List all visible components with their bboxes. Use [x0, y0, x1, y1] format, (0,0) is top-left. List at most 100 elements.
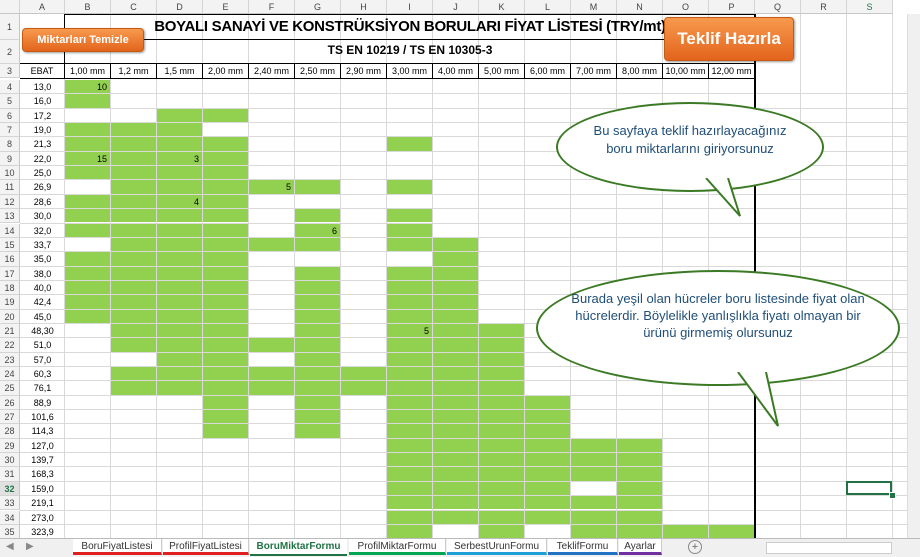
tab-scroll-right[interactable]: ▶: [26, 539, 34, 555]
title-separator: [65, 39, 755, 40]
priced-cell: [387, 309, 432, 323]
ebat-cell: 51,0: [33, 340, 52, 351]
row-header-9: 9: [0, 151, 20, 167]
thickness-header: 8,00 mm: [617, 64, 663, 78]
selected-cell[interactable]: [846, 481, 892, 495]
ebat-cell: 45,0: [33, 311, 52, 322]
ebat-cell: 40,0: [33, 282, 52, 293]
priced-cell: [617, 481, 662, 496]
tab-Ayarlar[interactable]: Ayarlar: [619, 539, 662, 555]
priced-cell: [433, 510, 478, 524]
priced-cell: [203, 410, 248, 424]
priced-cell: [479, 323, 524, 338]
row-header-2: 2: [0, 40, 20, 64]
tab-ProfilMiktarFormu[interactable]: ProfilMiktarFormu: [349, 539, 446, 555]
ebat-cell: 168,3: [31, 469, 54, 480]
priced-cell: [111, 209, 156, 223]
tab-TeklifFormu[interactable]: TeklifFormu: [548, 539, 618, 555]
thickness-header: 5,00 mm: [479, 64, 525, 78]
priced-cell: [111, 123, 156, 137]
tab-ProfilFiyatListesi[interactable]: ProfilFiyatListesi: [163, 539, 249, 555]
priced-cell: [433, 395, 478, 410]
ebat-cell: 76,1: [33, 383, 52, 394]
ebat-cell: 33,7: [33, 239, 52, 250]
priced-cell: [203, 367, 248, 381]
spreadsheet-grid[interactable]: ABCDEFGHIJKLMNOPQRS 4 5 6 7 8 9 10 11 12 13 14 15 16…: [0, 0, 920, 538]
quantity-cell[interactable]: 15: [65, 152, 107, 166]
priced-cell: [249, 381, 294, 395]
priced-cell: [111, 137, 156, 151]
priced-cell: [617, 524, 662, 538]
priced-cell: [249, 338, 294, 352]
priced-cell: [433, 323, 478, 338]
vertical-scrollbar[interactable]: [907, 14, 920, 538]
priced-cell: [203, 108, 248, 123]
priced-cell: [433, 381, 478, 395]
priced-cell: [203, 180, 248, 194]
priced-cell: [295, 323, 340, 338]
priced-cell: [525, 510, 570, 524]
ebat-cell: 32,0: [33, 225, 52, 236]
column-header-Q: Q: [755, 0, 801, 14]
tab-scroll-left[interactable]: ◀: [6, 539, 14, 555]
priced-cell: [157, 352, 202, 366]
priced-cell: [203, 252, 248, 266]
priced-cell: [525, 410, 570, 424]
priced-cell: [203, 194, 248, 209]
clear-quantities-button[interactable]: Miktarları Temizle: [22, 28, 144, 52]
priced-cell: [203, 352, 248, 366]
tab-BoruFiyatListesi[interactable]: BoruFiyatListesi: [73, 539, 162, 555]
add-sheet-icon[interactable]: +: [688, 540, 702, 554]
ebat-cell: 13,0: [33, 82, 52, 92]
priced-cell: [65, 309, 110, 323]
fill-handle[interactable]: [889, 492, 896, 499]
quantity-cell[interactable]: 10: [65, 80, 107, 94]
ebat-cell: 38,0: [33, 268, 52, 279]
priced-cell: [433, 237, 478, 252]
priced-cell: [157, 180, 202, 194]
thickness-header: 3,00 mm: [387, 64, 433, 78]
priced-cell: [479, 496, 524, 510]
tab-SerbestUrunFormu[interactable]: SerbestUrunFormu: [447, 539, 547, 555]
quantity-cell[interactable]: 5: [387, 324, 429, 338]
priced-cell: [157, 338, 202, 352]
prepare-quote-button[interactable]: Teklif Hazırla: [664, 17, 794, 61]
priced-cell: [65, 252, 110, 266]
priced-cell: [433, 410, 478, 424]
priced-cell: [479, 352, 524, 366]
ebat-cell: 22,0: [33, 153, 52, 164]
priced-cell: [433, 453, 478, 467]
ebat-cell: 26,9: [33, 182, 52, 193]
priced-cell: [111, 367, 156, 381]
row-header-26: 26: [0, 395, 20, 411]
tab-BoruMiktarFormu[interactable]: BoruMiktarFormu: [250, 539, 347, 556]
column-header-H: H: [341, 0, 387, 14]
ebat-cell: 28,6: [33, 196, 52, 207]
column-header-P: P: [709, 0, 755, 14]
thickness-header: 12,00 mm: [709, 64, 755, 78]
priced-cell: [571, 510, 616, 524]
row-header-20: 20: [0, 309, 20, 324]
priced-cell: [479, 424, 524, 438]
quantity-cell[interactable]: 4: [157, 195, 199, 209]
row-header-23: 23: [0, 352, 20, 367]
priced-cell: [571, 524, 616, 538]
priced-cell: [65, 194, 110, 209]
priced-cell: [479, 395, 524, 410]
priced-cell: [157, 280, 202, 295]
row-header-5: 5: [0, 94, 20, 109]
thickness-header: 1,5 mm: [157, 64, 203, 78]
horizontal-scrollbar[interactable]: [766, 542, 892, 554]
quantity-cell[interactable]: 6: [295, 224, 337, 238]
ebat-cell: 101,6: [31, 412, 54, 423]
quantity-cell[interactable]: 3: [157, 152, 199, 166]
row-header-8: 8: [0, 137, 20, 152]
row-header-1: 1: [0, 14, 20, 40]
priced-cell: [433, 266, 478, 280]
priced-cell: [157, 367, 202, 381]
quantity-cell[interactable]: 5: [249, 180, 291, 194]
gridline-h: [20, 107, 907, 109]
priced-cell: [387, 424, 432, 438]
priced-cell: [157, 381, 202, 395]
frame-top-border: [65, 14, 755, 15]
